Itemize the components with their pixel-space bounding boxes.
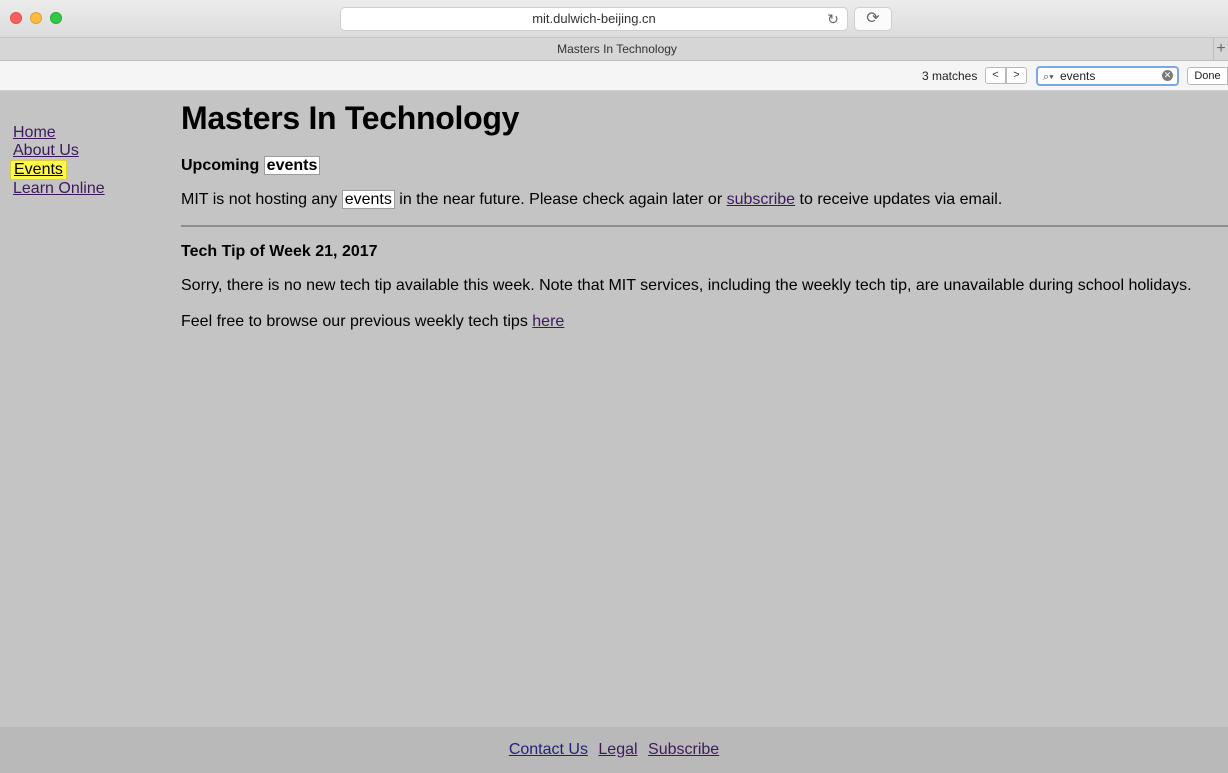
sidebar-item-about-us[interactable]: About Us [13, 142, 105, 160]
footer: Contact Us Legal Subscribe [0, 727, 1228, 773]
page-title: Masters In Technology [181, 100, 520, 136]
find-input[interactable]: ⌕▾ events ✕ [1036, 66, 1179, 86]
subscribe-link[interactable]: subscribe [727, 191, 795, 208]
sidebar-item-events[interactable]: Events [10, 160, 67, 180]
find-next-button[interactable]: > [1006, 67, 1027, 84]
nohost-text-1: MIT is not hosting any [181, 191, 338, 208]
reload-icon[interactable]: ↻ [825, 11, 841, 27]
previous-tips-here-link[interactable]: here [532, 313, 564, 330]
footer-legal-link[interactable]: Legal [598, 741, 637, 758]
section-divider [181, 225, 1228, 227]
footer-contact-us-link[interactable]: Contact Us [509, 741, 588, 758]
address-bar[interactable]: mit.dulwich-beijing.cn ↻ [340, 7, 848, 31]
upcoming-heading-prefix: Upcoming [181, 157, 260, 174]
find-bar: 3 matches < > ⌕▾ events ✕ Done [0, 61, 1228, 91]
url-text: mit.dulwich-beijing.cn [532, 11, 656, 26]
find-query-text: events [1060, 69, 1096, 83]
browse-tips-paragraph: Feel free to browse our previous weekly … [181, 313, 564, 331]
find-previous-button[interactable]: < [985, 67, 1006, 84]
search-icon[interactable]: ⌕▾ [1043, 69, 1054, 85]
maximize-window-button[interactable] [50, 12, 62, 24]
browser-titlebar: mit.dulwich-beijing.cn ↻ ⟳ [0, 0, 1228, 38]
main-content: Masters In Technology Upcoming events MI… [181, 100, 1228, 330]
sidebar-item-learn-online[interactable]: Learn Online [13, 180, 105, 198]
find-done-button[interactable]: Done [1187, 67, 1228, 85]
refresh-icon: ⟳ [866, 10, 880, 27]
sidebar-item-home[interactable]: Home [13, 124, 105, 142]
footer-subscribe-link[interactable]: Subscribe [648, 741, 719, 758]
nohost-text-3: to receive updates via email. [799, 191, 1003, 208]
find-match-highlight: events [341, 190, 395, 209]
clear-icon[interactable]: ✕ [1162, 70, 1173, 81]
tab-title[interactable]: Masters In Technology [0, 42, 1228, 56]
sidebar-nav: Home About Us Events Learn Online [10, 124, 105, 198]
tech-tip-unavailable-text: Sorry, there is no new tech tip availabl… [181, 277, 1192, 294]
browse-text: Feel free to browse our previous weekly … [181, 313, 528, 330]
minimize-window-button[interactable] [30, 12, 42, 24]
find-match-highlight: events [263, 156, 321, 175]
no-events-paragraph: MIT is not hosting any events in the nea… [181, 190, 1003, 209]
upcoming-events-heading: Upcoming events [181, 156, 321, 175]
tech-tip-heading: Tech Tip of Week 21, 2017 [181, 243, 378, 260]
tab-bar: Masters In Technology + [0, 38, 1228, 61]
new-tab-button[interactable]: + [1213, 38, 1228, 60]
close-window-button[interactable] [10, 12, 22, 24]
refresh-button[interactable]: ⟳ [854, 7, 892, 31]
find-match-count: 3 matches [922, 69, 978, 83]
nohost-text-2: in the near future. Please check again l… [399, 191, 723, 208]
